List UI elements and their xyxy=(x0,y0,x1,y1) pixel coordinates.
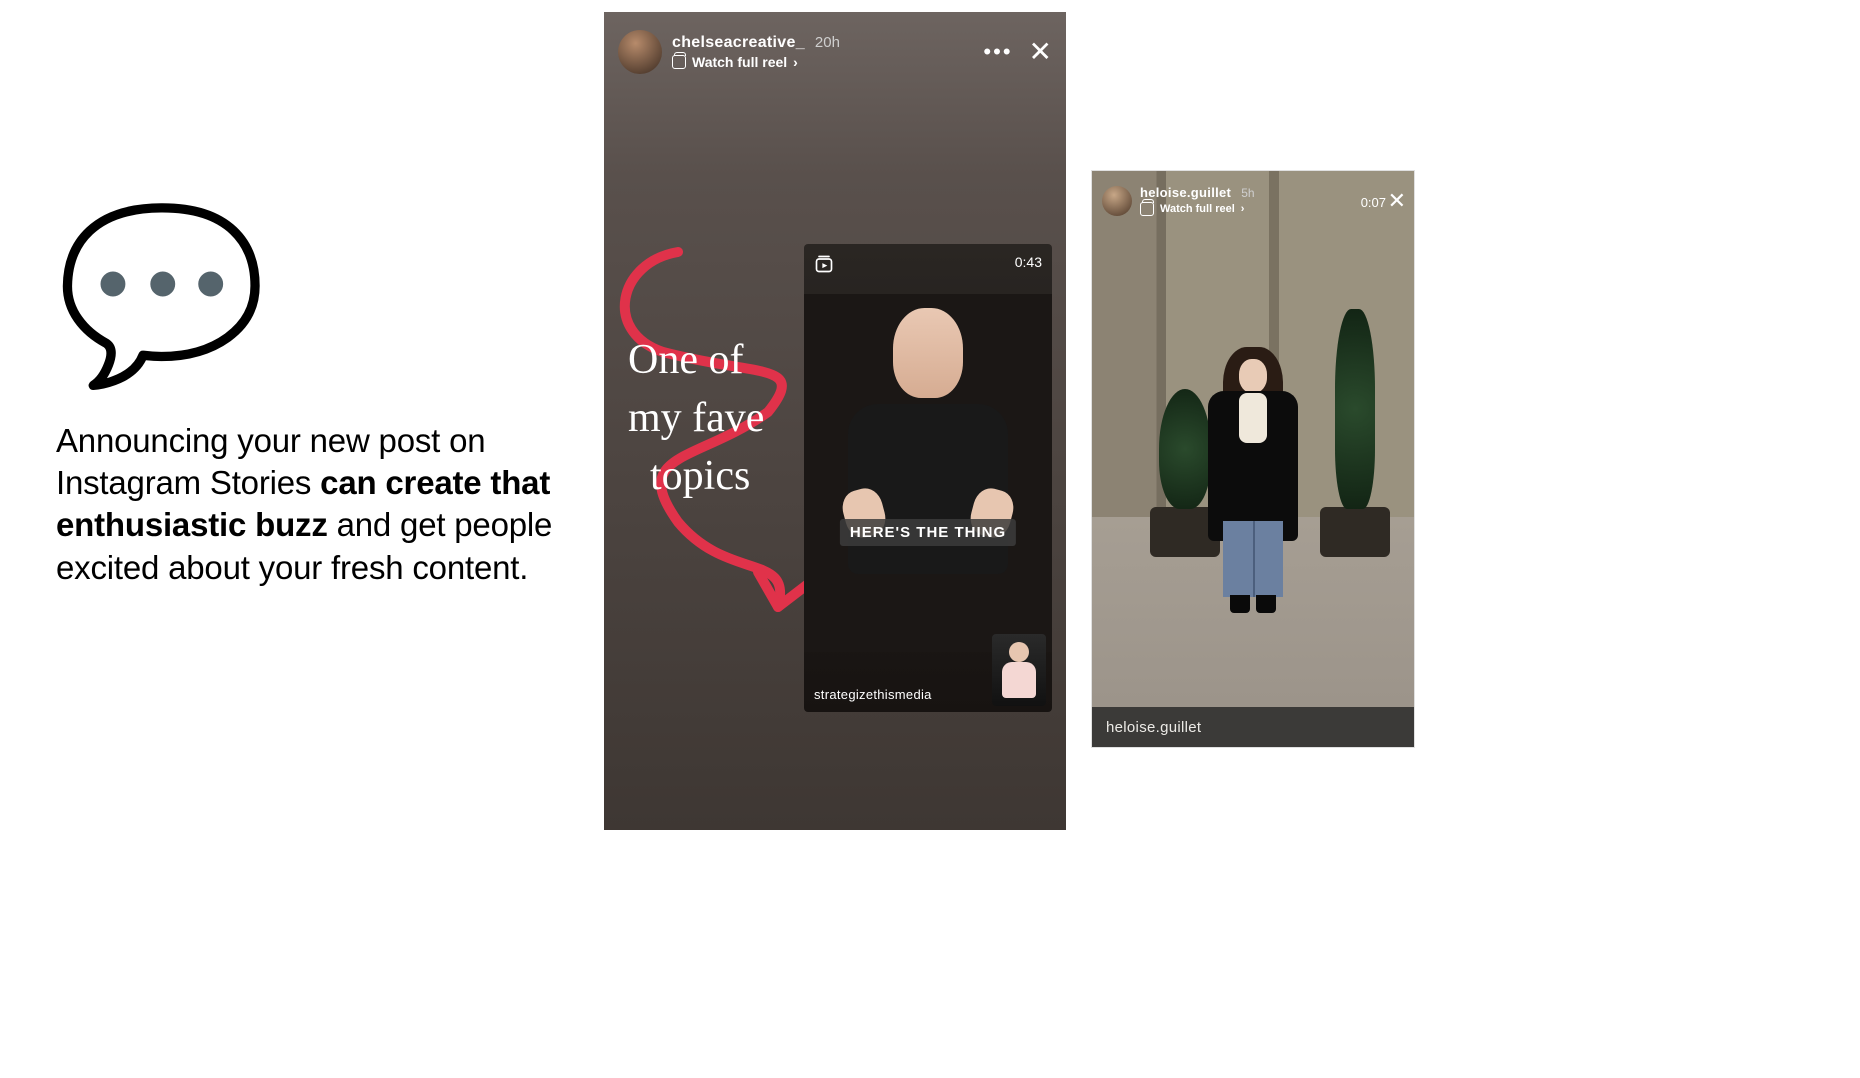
figure2-boot-right xyxy=(1256,595,1276,613)
avatar[interactable] xyxy=(1102,186,1132,216)
story2-footer-handle: heloise.guillet xyxy=(1106,719,1201,736)
more-options-icon[interactable]: ••• xyxy=(977,39,1018,65)
speech-bubble-icon: 💬 xyxy=(56,210,566,380)
figure2-face xyxy=(1239,359,1267,393)
watch-full-reel-link[interactable]: Watch full reel › xyxy=(672,54,967,70)
reel-caption-overlay: HERE'S THE THING xyxy=(840,519,1016,546)
chevron-right-icon: › xyxy=(793,54,798,70)
watch-reel-label: Watch full reel xyxy=(1160,203,1235,215)
story2-meta: heloise.guillet 5h Watch full reel › xyxy=(1140,185,1380,216)
reel-icon xyxy=(1140,202,1154,216)
left-info-block: 💬 Announcing your new post on Instagram … xyxy=(56,210,566,589)
close-icon[interactable]: ✕ xyxy=(1029,44,1052,61)
close-icon[interactable]: ✕ xyxy=(1388,194,1406,207)
watch-full-reel-link[interactable]: Watch full reel › xyxy=(1140,202,1380,216)
walking-figure xyxy=(1198,351,1308,611)
watch-reel-label: Watch full reel xyxy=(692,54,787,70)
story1-age: 20h xyxy=(815,34,840,51)
instagram-story-1[interactable]: chelseacreative_ 20h Watch full reel › •… xyxy=(604,12,1066,830)
story2-age: 5h xyxy=(1241,186,1254,200)
annotation-line-1: One of xyxy=(628,332,764,390)
figure-head xyxy=(893,308,963,398)
figure2-jeans xyxy=(1223,521,1283,597)
story1-header: chelseacreative_ 20h Watch full reel › •… xyxy=(618,30,1052,74)
story2-username[interactable]: heloise.guillet xyxy=(1140,185,1231,200)
story1-annotation: One of my fave topics xyxy=(628,332,764,506)
embedded-reel-preview[interactable]: 0:43 HERE'S THE THING strategizethismedi… xyxy=(804,244,1052,712)
planter-right xyxy=(1320,507,1390,557)
marketing-copy: Announcing your new post on Instagram St… xyxy=(56,420,566,589)
reel-duration: 0:43 xyxy=(1015,254,1042,270)
reel-video-frame: HERE'S THE THING xyxy=(804,294,1052,652)
annotation-line-3: topics xyxy=(628,448,764,506)
chevron-right-icon: › xyxy=(1241,203,1245,215)
figure2-sweater xyxy=(1239,393,1267,443)
reel-pip-thumbnail xyxy=(992,634,1046,706)
annotation-line-2: my fave xyxy=(628,390,764,448)
story2-scene xyxy=(1092,171,1414,707)
reel-handle[interactable]: strategizethismedia xyxy=(814,687,932,702)
reel-badge-icon xyxy=(814,254,834,274)
avatar[interactable] xyxy=(618,30,662,74)
story2-elapsed-time: 0:07 xyxy=(1361,195,1386,210)
reel-icon xyxy=(672,55,686,69)
story1-name-row: chelseacreative_ 20h xyxy=(672,34,967,52)
story1-username[interactable]: chelseacreative_ xyxy=(672,34,805,52)
instagram-story-2[interactable]: heloise.guillet 5h Watch full reel › ✕ 0… xyxy=(1091,170,1415,748)
story1-meta: chelseacreative_ 20h Watch full reel › xyxy=(672,34,967,70)
figure2-boot-left xyxy=(1230,595,1250,613)
story2-name-row: heloise.guillet 5h xyxy=(1140,185,1380,200)
story2-footer[interactable]: heloise.guillet xyxy=(1092,707,1414,747)
